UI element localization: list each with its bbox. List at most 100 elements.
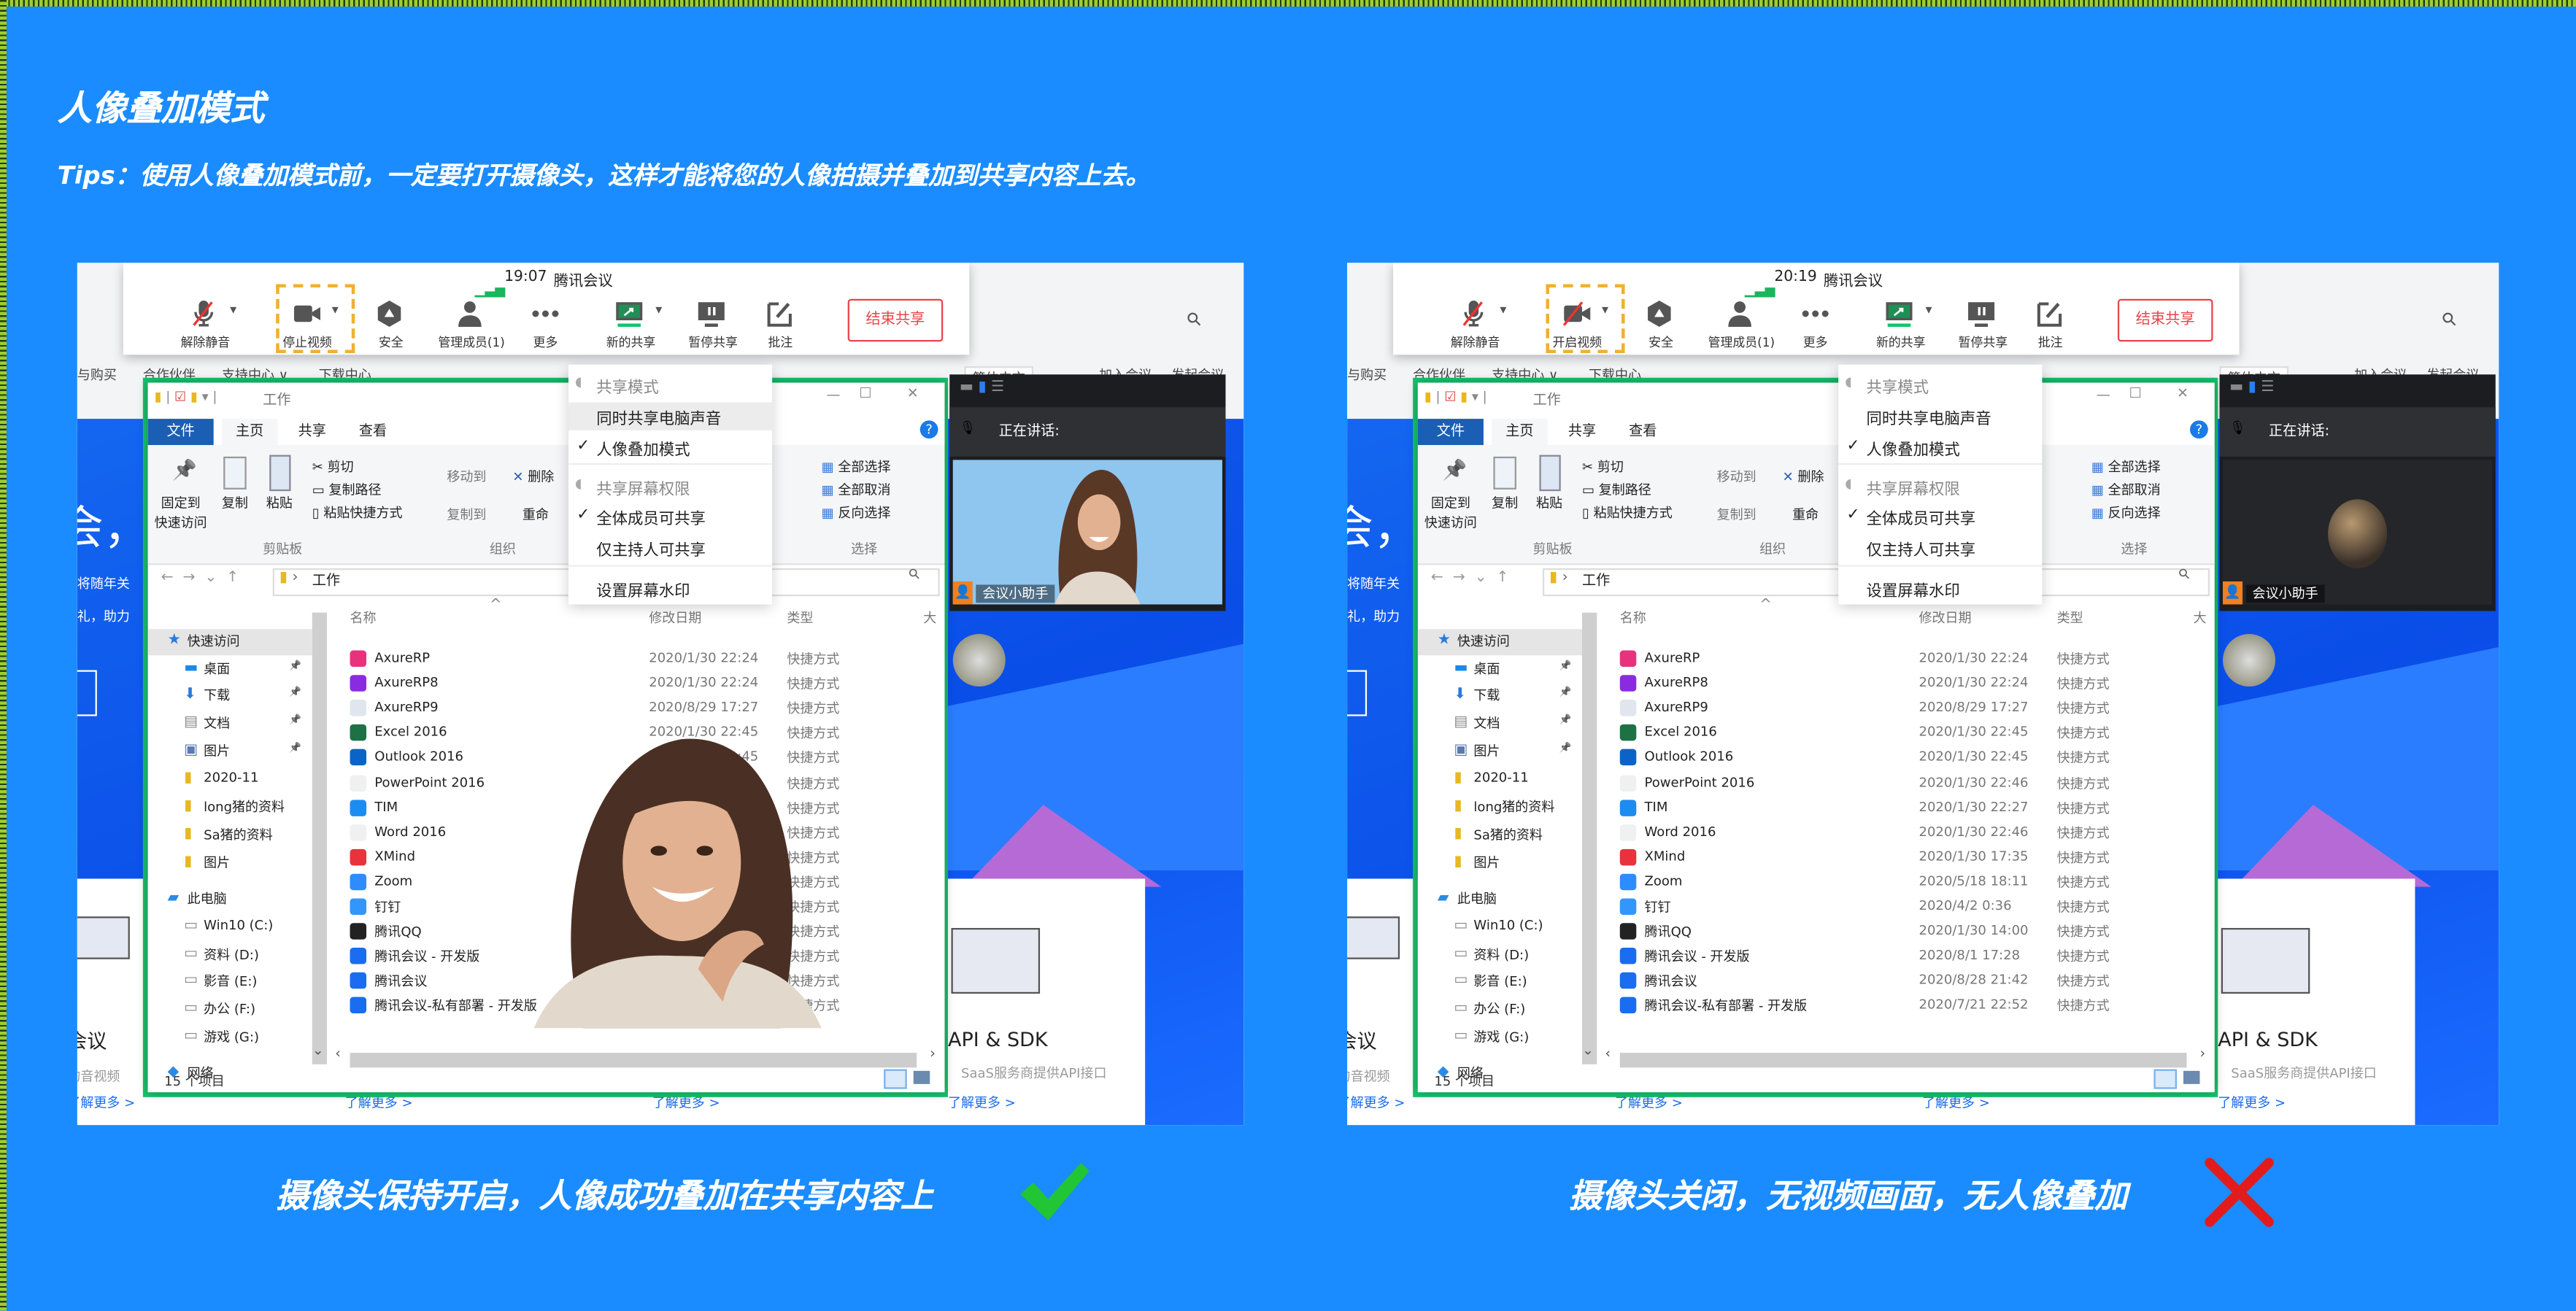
end-share-button[interactable]: 结束共享 (2117, 298, 2213, 342)
nav-item[interactable]: ▭ 游戏 (G:) (1418, 1025, 1582, 1051)
rename-button[interactable]: 重命 (522, 506, 549, 524)
select-none-button[interactable]: ▦ 全部取消 (2091, 482, 2161, 500)
chevron-down-icon[interactable]: ▾ (1926, 302, 1932, 317)
ribbon-tab-2[interactable]: 共享 (1554, 419, 1611, 445)
nav-item[interactable]: ▭ 办公 (F:) (148, 997, 312, 1024)
menu-item[interactable]: 仅主持人可共享 (1838, 534, 2042, 562)
menu-item[interactable]: 同时共享电脑声音 (568, 402, 773, 430)
nav-item[interactable]: ▮ 图片 (148, 851, 312, 877)
file-row[interactable]: AxureRP 2020/1/30 22:24 快捷方式 (342, 647, 933, 672)
file-row[interactable]: Word 2016 2020/1/30 22:46 快捷方式 (1612, 821, 2203, 846)
menu-item[interactable]: 仅主持人可共享 (568, 534, 772, 562)
nav-item[interactable]: ▭ Win10 (C:) (148, 915, 312, 941)
learn-more-link[interactable]: 了解更多 > (948, 1094, 1016, 1112)
file-row[interactable]: Zoom 2020/5/18 18:11 快捷方式 (1612, 870, 2203, 895)
large-icons-view-button[interactable] (913, 1070, 930, 1084)
column-header-2[interactable]: 类型 (787, 609, 813, 627)
delete-button[interactable]: ✕ 删除 (512, 468, 554, 487)
nav-item[interactable]: ★ 快速访问 (1417, 629, 1583, 656)
nav-item[interactable]: ▮ 图片 (1418, 851, 1582, 877)
toolbar-button-0[interactable]: 解除静音 (156, 295, 255, 352)
maximize-button[interactable]: ☐ (2129, 386, 2142, 403)
column-header-3[interactable]: 大 (923, 609, 936, 627)
toolbar-button-0[interactable]: 解除静音 (1426, 295, 1524, 352)
nav-arrows[interactable]: ← → ⌄ ↑ (1431, 570, 1509, 587)
nav-item[interactable]: ▮ Sa猪的资料 (1418, 823, 1582, 849)
file-row[interactable]: Outlook 2016 2020/1/30 22:45 快捷方式 (1612, 746, 2203, 771)
close-button[interactable]: ✕ (2177, 386, 2189, 403)
nav-item[interactable]: ▮ Sa猪的资料 (148, 823, 312, 849)
minimize-button[interactable]: — (826, 387, 840, 404)
rename-button[interactable]: 重命 (1792, 506, 1819, 524)
nav-item[interactable]: ▭ Win10 (C:) (1418, 915, 1582, 941)
select-all-button[interactable]: ▦ 全部选择 (2091, 458, 2161, 476)
learn-more-link[interactable]: 了解更多 > (77, 1094, 135, 1112)
file-row[interactable]: TIM 2020/1/30 22:27 快捷方式 (1612, 796, 2203, 821)
minimize-button[interactable]: — (2097, 387, 2110, 404)
maximize-button[interactable]: ☐ (859, 386, 871, 403)
nav-item[interactable]: ▤ 文档 📌 (148, 711, 312, 738)
paste-button[interactable]: 粘贴 (1536, 495, 1562, 513)
end-share-button[interactable]: 结束共享 (847, 298, 944, 342)
ribbon-tab-1[interactable]: 主页 (1492, 419, 1548, 446)
hero-button[interactable] (77, 670, 97, 716)
nav-scrollbar[interactable] (312, 612, 328, 1064)
file-row[interactable]: AxureRP9 2020/8/29 17:27 快捷方式 (342, 697, 933, 722)
nav-item[interactable]: ▭ 资料 (D:) (1418, 943, 1582, 969)
website-nav-link[interactable]: 与购买 (77, 366, 117, 384)
cut-button[interactable]: ✂ 剪切 (312, 458, 354, 476)
ribbon-tab-1[interactable]: 主页 (221, 419, 278, 446)
file-row[interactable]: 腾讯会议 2020/8/28 21:42 快捷方式 (1612, 970, 2203, 994)
details-view-button[interactable] (2153, 1069, 2177, 1089)
column-header-1[interactable]: 修改日期 (649, 609, 701, 627)
nav-item[interactable]: ▭ 影音 (E:) (148, 969, 312, 995)
column-header-0[interactable]: 名称 (350, 609, 377, 627)
large-icons-view-button[interactable] (2183, 1070, 2200, 1084)
paste-shortcut-button[interactable]: ▯ 粘贴快捷方式 (312, 504, 403, 522)
close-button[interactable]: ✕ (907, 386, 919, 403)
copy-button[interactable]: 复制 (1492, 495, 1518, 513)
scroll-right-icon[interactable]: › (2199, 1046, 2205, 1063)
scroll-down-icon[interactable]: ⌄ (1582, 1043, 1594, 1060)
file-row[interactable]: 钉钉 2020/4/2 0:36 快捷方式 (1612, 895, 2203, 920)
ribbon-tab-0[interactable]: 文件 (147, 419, 214, 446)
column-header-1[interactable]: 修改日期 (1919, 609, 1972, 627)
horizontal-scrollbar[interactable] (1619, 1053, 2187, 1068)
copy-path-button[interactable]: ▭ 复制路径 (312, 482, 382, 500)
nav-item[interactable]: ▬ 桌面 📌 (148, 657, 312, 684)
nav-item[interactable]: ★ 快速访问 (147, 629, 312, 656)
file-row[interactable]: 腾讯会议 - 开发版 2020/8/1 17:28 快捷方式 (1612, 945, 2203, 970)
scroll-right-icon[interactable]: › (930, 1046, 936, 1063)
nav-item[interactable]: ▣ 图片 📌 (148, 739, 312, 765)
copy-button[interactable]: 复制 (222, 495, 248, 513)
cut-button[interactable]: ✂ 剪切 (1582, 458, 1624, 476)
file-row[interactable]: AxureRP 2020/1/30 22:24 快捷方式 (1612, 647, 2203, 672)
copy-to-button[interactable]: 复制到 (447, 506, 486, 524)
file-row[interactable]: Excel 2016 2020/1/30 22:45 快捷方式 (1612, 722, 2203, 746)
nav-item[interactable]: ▭ 办公 (F:) (1418, 997, 1582, 1024)
file-row[interactable]: AxureRP9 2020/8/29 17:27 快捷方式 (1612, 697, 2203, 722)
nav-item[interactable]: ▭ 资料 (D:) (148, 943, 312, 969)
nav-item[interactable]: ▮ 2020-11 (148, 767, 312, 793)
menu-item[interactable]: ✓ 人像叠加模式 (1838, 433, 2042, 461)
column-header-0[interactable]: 名称 (1620, 609, 1646, 627)
select-none-button[interactable]: ▦ 全部取消 (822, 482, 891, 500)
learn-more-link[interactable]: 了解更多 > (1347, 1094, 1405, 1112)
nav-item[interactable]: ⬇ 下载 📌 (148, 684, 312, 710)
delete-button[interactable]: ✕ 删除 (1783, 468, 1824, 487)
nav-scrollbar[interactable] (1582, 612, 1597, 1064)
column-header-2[interactable]: 类型 (2057, 609, 2083, 627)
ribbon-tab-0[interactable]: 文件 (1417, 419, 1484, 446)
website-nav-link[interactable]: 与购买 (1347, 366, 1387, 384)
learn-more-link[interactable]: 了解更多 > (2218, 1094, 2286, 1112)
nav-item[interactable]: ▮ long猪的资料 (148, 795, 312, 821)
file-row[interactable]: AxureRP8 2020/1/30 22:24 快捷方式 (1612, 672, 2203, 697)
move-to-button[interactable]: 移动到 (1717, 468, 1756, 487)
paste-button[interactable]: 粘贴 (266, 495, 293, 513)
nav-item[interactable]: ▤ 文档 📌 (1418, 711, 1582, 738)
column-header-3[interactable]: 大 (2193, 609, 2206, 627)
chevron-down-icon[interactable]: ▾ (655, 302, 662, 317)
nav-arrows[interactable]: ← → ⌄ ↑ (161, 570, 239, 587)
nav-item[interactable]: ▬ 桌面 📌 (1418, 657, 1582, 684)
nav-item[interactable]: ▭ 影音 (E:) (1418, 969, 1582, 995)
